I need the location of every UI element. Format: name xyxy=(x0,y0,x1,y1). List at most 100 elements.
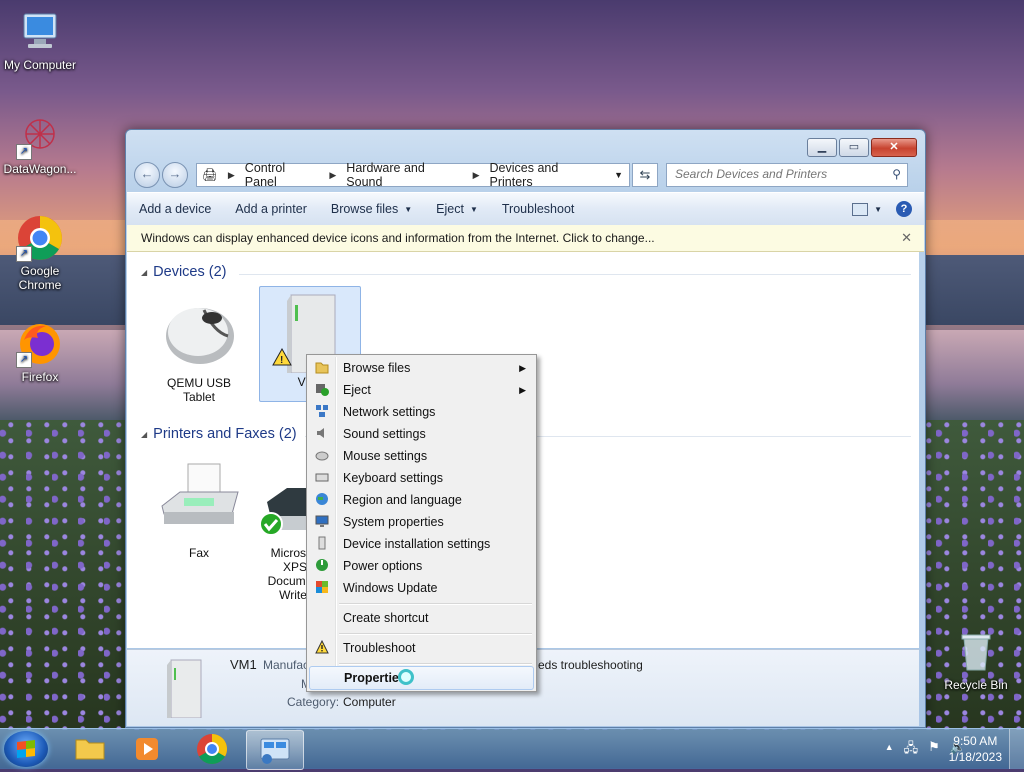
warning-icon xyxy=(309,639,335,657)
menu-item-label: Troubleshoot xyxy=(343,641,416,655)
printer-fax[interactable]: Fax xyxy=(149,458,249,560)
menu-item-label: Keyboard settings xyxy=(343,471,444,485)
address-dropdown-icon[interactable]: ▼ xyxy=(608,170,629,180)
menu-item-sound-settings[interactable]: Sound settings xyxy=(309,423,534,445)
windows-logo-icon xyxy=(17,740,35,758)
forward-button[interactable]: → xyxy=(162,162,188,188)
menu-item-system-properties[interactable]: System properties xyxy=(309,511,534,533)
group-title: Devices (2) xyxy=(153,264,227,280)
group-header-printers[interactable]: ◢ Printers and Faxes (2) xyxy=(141,426,297,442)
shortcut-arrow-icon: ↗ xyxy=(16,144,32,160)
taskbar-explorer[interactable] xyxy=(62,730,118,768)
breadcrumb-separator-icon: ▶ xyxy=(329,169,337,180)
menu-item-power-options[interactable]: Power options xyxy=(309,555,534,577)
group-divider xyxy=(239,274,911,275)
breadcrumb-devices-and-printers[interactable]: Devices and Printers xyxy=(485,161,609,189)
submenu-arrow-icon: ▶ xyxy=(519,362,526,373)
refresh-icon: ⇆ xyxy=(639,167,651,182)
menu-item-region-and-language[interactable]: Region and language xyxy=(309,489,534,511)
breadcrumb-control-panel[interactable]: Control Panel xyxy=(240,161,325,189)
chrome-icon: ↗ xyxy=(16,214,64,262)
add-device-label: Add a device xyxy=(139,202,212,216)
menu-item-label: Eject xyxy=(343,383,371,397)
show-hidden-icons-icon[interactable]: ▲ xyxy=(885,739,894,761)
shortcut-arrow-icon: ↗ xyxy=(16,352,32,368)
start-button[interactable] xyxy=(4,731,48,767)
search-icon[interactable]: ⚲ xyxy=(892,167,901,181)
menu-separator xyxy=(339,663,532,665)
speaker-icon xyxy=(309,426,335,443)
power-icon xyxy=(309,558,335,575)
troubleshoot-button[interactable]: Troubleshoot xyxy=(490,193,587,225)
command-bar: Add a device Add a printer Browse files ▼… xyxy=(127,192,924,226)
menu-item-keyboard-settings[interactable]: Keyboard settings xyxy=(309,467,534,489)
device-context-menu: Browse files ▶ Eject ▶ Network settings … xyxy=(306,354,537,692)
details-category-value: Computer xyxy=(343,695,396,709)
tower-icon xyxy=(309,536,335,553)
menu-item-label: Mouse settings xyxy=(343,449,428,463)
desktop-icon-label: Firefox xyxy=(21,370,59,384)
eject-button[interactable]: Eject ▼ xyxy=(424,193,490,225)
desktop-icon-firefox[interactable]: ↗ Firefox xyxy=(0,320,80,384)
info-bar[interactable]: Windows can display enhanced device icon… xyxy=(127,225,924,252)
menu-item-label: Region and language xyxy=(343,493,462,507)
chevron-down-icon: ▼ xyxy=(404,204,413,214)
chrome-icon xyxy=(197,734,228,765)
menu-item-eject[interactable]: Eject ▶ xyxy=(309,379,534,401)
clock[interactable]: 9:50 AM 1/18/2023 xyxy=(949,733,1002,765)
show-desktop-button[interactable] xyxy=(1009,729,1024,769)
menu-item-mouse-settings[interactable]: Mouse settings xyxy=(309,445,534,467)
close-button[interactable]: ✕ xyxy=(871,138,917,157)
menu-item-create-shortcut[interactable]: Create shortcut xyxy=(309,607,534,629)
refresh-button[interactable]: ⇆ xyxy=(632,163,658,187)
details-manufacturer-label: Manufacturer: xyxy=(263,658,307,672)
close-icon[interactable]: ✕ xyxy=(901,230,912,246)
maximize-button[interactable]: ▭ xyxy=(839,138,869,157)
media-player-icon xyxy=(136,738,158,760)
window-controls: ▁ ▭ ✕ xyxy=(807,138,917,157)
view-options-button[interactable]: ▼ xyxy=(852,202,882,216)
search-input[interactable] xyxy=(667,164,883,184)
help-icon[interactable]: ? xyxy=(896,201,912,217)
menu-item-windows-update[interactable]: Windows Update xyxy=(309,577,534,599)
computer-icon xyxy=(16,8,64,56)
browse-files-label: Browse files xyxy=(330,202,399,216)
action-center-flag-icon[interactable]: ⚑ xyxy=(928,739,940,761)
device-label: Fax xyxy=(188,546,209,560)
device-qemu-usb-tablet[interactable]: QEMU USB Tablet xyxy=(149,288,249,404)
menu-separator xyxy=(339,633,532,635)
add-device-button[interactable]: Add a device xyxy=(127,193,223,225)
search-box[interactable]: ⚲ xyxy=(666,163,908,187)
firefox-icon: ↗ xyxy=(16,320,64,368)
address-bar[interactable]: 🖨 ▶ Control Panel ▶ Hardware and Sound ▶… xyxy=(196,161,630,189)
desktop-icon-datawagon[interactable]: ↗ DataWagon... xyxy=(0,112,80,176)
menu-item-troubleshoot[interactable]: Troubleshoot xyxy=(309,637,534,659)
desktop-icon-recycle-bin[interactable]: Recycle Bin xyxy=(936,628,1016,692)
desktop-icon-label: Google Chrome xyxy=(18,264,62,292)
browse-files-button[interactable]: Browse files ▼ xyxy=(319,193,424,225)
group-header-devices[interactable]: ◢ Devices (2) xyxy=(141,264,226,280)
desktop-icon-chrome[interactable]: ↗ Google Chrome xyxy=(0,214,80,292)
menu-item-network-settings[interactable]: Network settings xyxy=(309,401,534,423)
taskbar-media-player[interactable] xyxy=(120,730,176,768)
network-icon xyxy=(309,404,335,421)
network-icon[interactable]: 🖧 xyxy=(904,739,919,761)
add-printer-button[interactable]: Add a printer xyxy=(223,193,319,225)
menu-item-device-installation-settings[interactable]: Device installation settings xyxy=(309,533,534,555)
taskbar-devices-and-printers[interactable] xyxy=(246,730,304,770)
taskbar-chrome[interactable] xyxy=(184,730,240,768)
menu-item-properties[interactable]: Properties xyxy=(309,666,534,690)
desktop-icon-my-computer[interactable]: My Computer xyxy=(0,8,80,72)
group-title: Printers and Faxes (2) xyxy=(153,426,297,442)
troubleshoot-label: Troubleshoot xyxy=(501,202,575,216)
recycle-bin-icon xyxy=(952,628,1000,676)
breadcrumb-hardware-and-sound[interactable]: Hardware and Sound xyxy=(341,161,467,189)
folder-icon xyxy=(75,739,105,760)
menu-item-browse-files[interactable]: Browse files ▶ xyxy=(309,357,534,379)
update-icon xyxy=(309,580,335,597)
minimize-button[interactable]: ▁ xyxy=(807,138,837,157)
menu-item-label: Create shortcut xyxy=(343,611,429,625)
chevron-down-icon: ▼ xyxy=(469,204,478,214)
chevron-down-icon: ▼ xyxy=(874,204,882,214)
back-button[interactable]: ← xyxy=(134,162,160,188)
